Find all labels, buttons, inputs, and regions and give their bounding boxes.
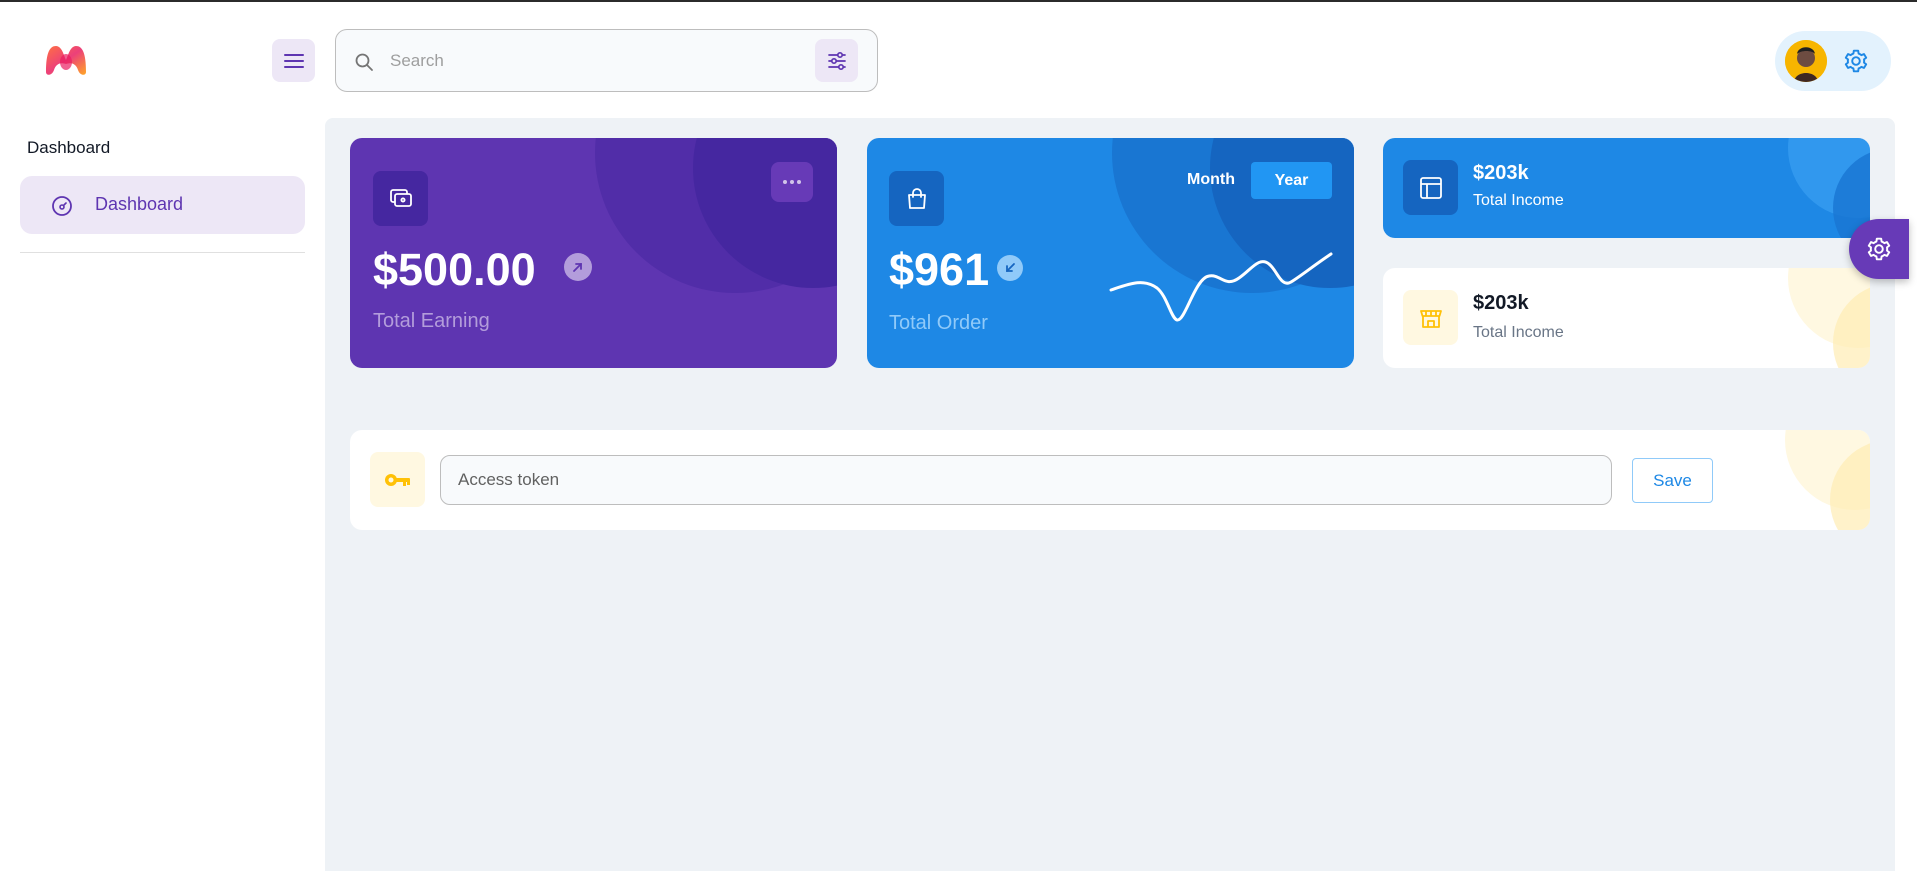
- toggle-year-button[interactable]: Year: [1251, 162, 1332, 199]
- total-income-card-light: $203k Total Income: [1383, 268, 1870, 368]
- income-icon-box: [1403, 290, 1458, 345]
- toggle-month-button[interactable]: Month: [1175, 162, 1247, 198]
- access-token-card: Save: [350, 430, 1870, 530]
- sliders-icon: [827, 51, 846, 70]
- search-filter-button[interactable]: [815, 39, 858, 82]
- earning-icon-box: [373, 171, 428, 226]
- earning-value: $500.00: [373, 244, 536, 295]
- save-button[interactable]: Save: [1632, 458, 1713, 503]
- total-order-card: Month Year $961 Total Order: [867, 138, 1354, 368]
- menu-toggle-button[interactable]: [272, 39, 315, 82]
- search-icon: [355, 53, 373, 71]
- app-header: [0, 2, 1917, 116]
- arrow-down-left-icon: [1006, 263, 1015, 272]
- income-value: $203k: [1473, 162, 1529, 184]
- settings-gear-icon[interactable]: [1843, 48, 1869, 74]
- token-icon-box: [370, 452, 425, 507]
- hamburger-icon: [283, 53, 304, 68]
- income-value: $203k: [1473, 292, 1529, 314]
- income-label: Total Income: [1473, 192, 1564, 209]
- income-label: Total Income: [1473, 324, 1564, 341]
- sidebar-item-label: Dashboard: [95, 194, 184, 214]
- total-income-card-dark: $203k Total Income: [1383, 138, 1870, 238]
- customize-settings-button[interactable]: [1849, 219, 1909, 279]
- access-token-input[interactable]: [440, 455, 1612, 505]
- order-icon-box: [889, 171, 944, 226]
- user-avatar-image: [1785, 40, 1827, 82]
- table-layout-icon: [1419, 176, 1442, 199]
- search-input[interactable]: [390, 44, 790, 78]
- settings-gear-icon: [1867, 237, 1891, 261]
- sidebar-section-caption: Dashboard: [27, 138, 111, 157]
- key-icon: [384, 473, 410, 486]
- search-box: [335, 29, 878, 92]
- profile-menu[interactable]: [1775, 31, 1891, 91]
- sidebar-item-dashboard[interactable]: Dashboard: [20, 176, 305, 234]
- avatar[interactable]: [1785, 40, 1827, 82]
- sidebar: Dashboard Dashboard: [0, 116, 325, 871]
- earning-label: Total Earning: [373, 310, 490, 332]
- total-earning-card: $500.00 Total Earning: [350, 138, 837, 368]
- storefront-icon: [1419, 309, 1442, 328]
- sidebar-divider: [20, 252, 305, 253]
- income-icon-box: [1403, 160, 1458, 215]
- order-value: $961: [889, 244, 990, 295]
- trend-down-badge: [997, 255, 1023, 281]
- trend-up-badge: [564, 253, 592, 281]
- wallet-cards-icon: [389, 188, 412, 207]
- main-content: $500.00 Total Earning Month Year $961 To…: [325, 118, 1895, 871]
- more-horizontal-icon: [783, 180, 801, 184]
- brand-logo[interactable]: [44, 42, 88, 78]
- arrow-up-right-icon: [573, 263, 582, 272]
- dashboard-gauge-icon: [52, 196, 72, 216]
- more-options-button[interactable]: [771, 162, 813, 202]
- order-sparkline: [1109, 252, 1333, 322]
- order-label: Total Order: [889, 312, 988, 334]
- shopping-bag-icon: [907, 187, 926, 209]
